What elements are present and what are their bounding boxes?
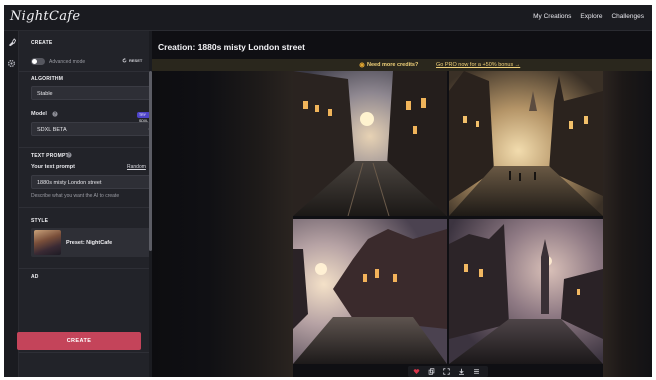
algorithm-value: Stable [37,90,53,97]
credits-banner: Need more credits? Go PRO now for a +50%… [152,59,652,71]
create-button-label: CREATE [66,337,92,344]
style-thumbnail [34,230,61,255]
fullscreen-icon[interactable] [443,368,450,375]
advanced-mode-label: Advanced mode [49,59,86,65]
nav-my-creations[interactable]: My Creations [533,13,571,20]
style-value: Preset: NightCafe [66,240,113,246]
brush-icon[interactable] [7,38,16,47]
nav-explore[interactable]: Explore [580,13,602,20]
image-toolbar [408,366,488,377]
ad-label: AD [31,274,39,280]
background-blur-left [152,71,293,377]
style-preset-card[interactable]: Preset: NightCafe › [31,228,157,257]
style-label: STYLE [31,218,49,224]
advanced-mode-toggle[interactable] [31,58,45,65]
street-image [449,71,603,216]
create-panel: CREATE Advanced mode RESET ALGORITHM Sta… [19,31,157,377]
reset-button[interactable]: RESET [122,58,142,63]
top-bar: NightCafe My Creations Explore Challenge… [4,5,652,31]
text-prompt-label: TEXT PROMPT [31,153,69,159]
model-label: Model [31,111,47,117]
divider [19,352,149,353]
random-link[interactable]: Random [127,164,146,170]
copy-icon[interactable] [428,368,435,375]
background-blur-right [603,71,652,377]
reset-icon [122,58,127,63]
help-icon[interactable]: ? [52,111,58,117]
banner-text: Need more credits? [367,62,419,68]
model-value: SDXL BETA [37,126,67,133]
street-image [449,219,603,364]
street-image [293,71,447,216]
creation-image-1[interactable] [293,71,447,216]
text-prompt-input[interactable]: 1880s misty London street [31,175,157,189]
heart-icon[interactable] [413,368,420,375]
street-image [293,219,447,364]
help-icon[interactable]: ? [66,152,72,158]
nav-challenges[interactable]: Challenges [611,13,644,20]
creation-image-4[interactable] [449,219,603,364]
page-title: Creation: 1880s misty London street [158,42,305,52]
download-icon[interactable] [458,368,465,375]
svg-text:?: ? [68,153,70,158]
menu-icon[interactable] [473,368,480,375]
creation-image-2[interactable] [449,71,603,216]
model-select[interactable]: SDXL BETA ⌄ [31,122,157,136]
algorithm-select[interactable]: Stable › [31,86,157,100]
app-window: NightCafe My Creations Explore Challenge… [4,5,652,377]
creation-image-3[interactable] [293,219,447,364]
create-heading: CREATE [31,40,53,46]
creation-image-grid[interactable] [293,71,603,364]
create-button[interactable]: CREATE [17,332,141,350]
divider [19,71,149,72]
divider [19,268,149,269]
icon-rail [4,31,19,377]
nightcafe-logo[interactable]: NightCafe [10,9,80,24]
divider [19,147,149,148]
your-prompt-label: Your text prompt [31,164,75,170]
main-area: Creation: 1880s misty London street Need… [152,31,652,377]
svg-text:?: ? [54,112,56,117]
gear-icon[interactable] [7,59,16,68]
algorithm-label: ALGORITHM [31,76,64,82]
go-pro-link[interactable]: Go PRO now for a +50% bonus → [436,62,520,68]
divider [19,207,149,208]
top-nav: My Creations Explore Challenges [533,13,644,20]
reset-label: RESET [129,58,143,63]
prompt-value: 1880s misty London street [37,179,102,186]
prompt-help-text: Describe what you want the AI to create [31,193,120,199]
coin-icon [359,61,365,68]
